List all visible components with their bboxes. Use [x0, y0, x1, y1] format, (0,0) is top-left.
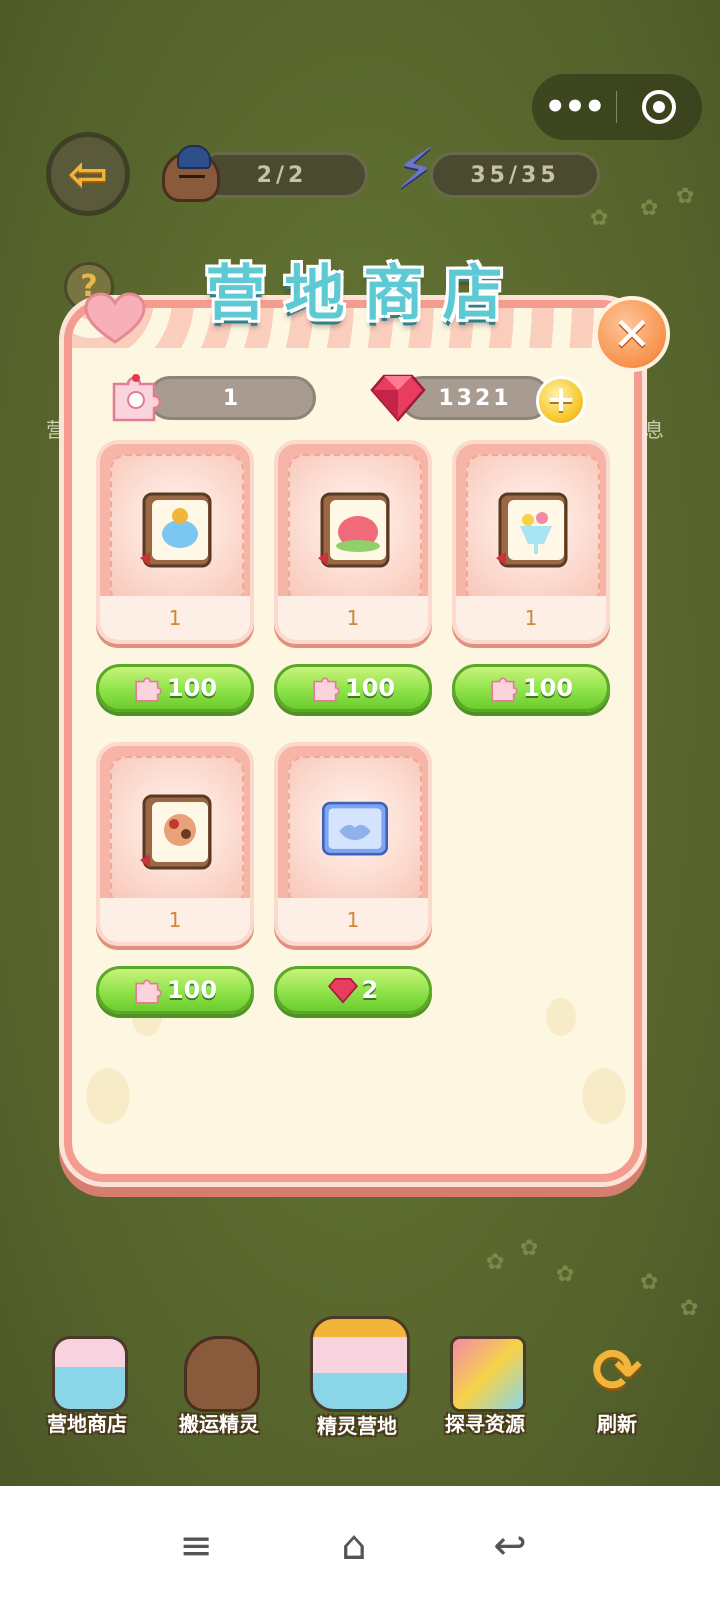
sprite-camp-icon [310, 1316, 410, 1412]
item-count: 1 [100, 596, 250, 640]
heart-icon [84, 292, 146, 344]
fruit-parfait-card-icon [496, 492, 568, 568]
item-count: 1 [278, 898, 428, 942]
buy-button[interactable]: 100 [452, 664, 610, 712]
porter-sprite-icon [184, 1336, 260, 1412]
item-count: 1 [278, 596, 428, 640]
side-label-right: 息 [644, 418, 664, 442]
title-char: 商 [363, 258, 424, 329]
price-label: 100 [344, 674, 396, 702]
decor-spot [546, 998, 576, 1036]
buy-button[interactable]: 2 [274, 966, 432, 1014]
more-dots-icon[interactable]: ••• [532, 74, 616, 140]
puzzle-piece-icon [112, 374, 162, 422]
close-x-icon: ✕ [612, 307, 652, 361]
shop-title: 营 地 商 店 [196, 248, 512, 329]
price-label: 2 [361, 976, 379, 1004]
side-label-left: 营 [46, 418, 66, 442]
lightning-bolt-icon: ⚡ [396, 137, 436, 202]
price-label: 100 [522, 674, 574, 702]
system-navigation-bar: ≡ ⌂ ↩ [0, 1486, 720, 1600]
shop-stall-icon [52, 1336, 128, 1412]
nav-explore-resources[interactable]: 探寻资源 [430, 1336, 540, 1440]
sparkle-icon: ✿ [590, 206, 609, 231]
puzzle-piece-icon [135, 677, 162, 702]
sparkle-icon: ✿ [640, 196, 659, 221]
buy-button[interactable]: 100 [96, 966, 254, 1014]
puzzle-piece-icon [491, 677, 518, 702]
energy-counter: 35/35 [430, 152, 600, 198]
sparkle-icon: ✿ [680, 1296, 699, 1321]
sparkle-icon: ✿ [520, 1236, 539, 1261]
sparkle-icon: ✿ [556, 1262, 575, 1287]
nav-label: 营地商店 [47, 1412, 127, 1436]
decor-spot [86, 1068, 130, 1124]
shop-item-card[interactable]: 1 [274, 440, 432, 644]
handshake-ticket-icon [321, 801, 389, 856]
buy-button[interactable]: 100 [96, 664, 254, 712]
explore-resources-icon [450, 1336, 526, 1412]
strawberry-jelly-card-icon [318, 492, 390, 568]
shop-item-card[interactable]: 1 [96, 440, 254, 644]
nav-porter-sprite[interactable]: 搬运精灵 [164, 1336, 274, 1440]
nav-label: 刷新 [597, 1412, 637, 1436]
camp-shop-panel [64, 300, 642, 1182]
sparkle-icon: ✿ [676, 184, 695, 209]
puzzle-balance: 1 [148, 376, 316, 420]
price-label: 100 [166, 674, 218, 702]
close-button[interactable]: ✕ [594, 296, 670, 372]
home-icon[interactable]: ⌂ [324, 1516, 384, 1576]
ice-cream-cake-card-icon [140, 492, 212, 568]
target-circle-icon[interactable] [617, 90, 701, 124]
nav-camp-shop[interactable]: 营地商店 [32, 1336, 142, 1440]
refresh-icon: ⟳ [591, 1336, 643, 1406]
exit-arrow-icon: ⇦ [67, 146, 109, 202]
nav-refresh[interactable]: ⟳ 刷新 [562, 1336, 672, 1440]
title-char: 店 [442, 258, 503, 329]
item-count: 1 [100, 898, 250, 942]
item-count: 1 [456, 596, 606, 640]
nav-label: 精灵营地 [317, 1414, 397, 1438]
red-gem-icon [370, 374, 426, 422]
puzzle-piece-icon [135, 979, 162, 1004]
nav-sprite-camp[interactable]: 精灵营地 [302, 1316, 412, 1440]
pastry-platter-card-icon [140, 794, 212, 870]
red-gem-icon [327, 977, 358, 1004]
add-gems-button[interactable]: + [536, 376, 586, 426]
workers-counter: 2/2 [196, 152, 368, 198]
buy-button[interactable]: 100 [274, 664, 432, 712]
nav-label: 探寻资源 [445, 1412, 525, 1436]
puzzle-piece-icon [313, 677, 340, 702]
sparkle-icon: ✿ [486, 1250, 505, 1275]
porter-sprite-icon [162, 145, 220, 202]
sparkle-icon: ✿ [640, 1270, 659, 1295]
back-icon[interactable]: ↩ [480, 1516, 540, 1576]
menu-icon[interactable]: ≡ [166, 1516, 226, 1576]
shop-item-card[interactable]: 1 [96, 742, 254, 946]
shop-item-card[interactable]: 1 [274, 742, 432, 946]
exit-button[interactable]: ⇦ [46, 132, 130, 216]
title-char: 营 [205, 258, 266, 329]
price-label: 100 [166, 976, 218, 1004]
nav-label: 搬运精灵 [179, 1412, 259, 1436]
title-char: 地 [284, 258, 345, 329]
miniprogram-capsule: ••• [532, 74, 702, 140]
decor-spot [582, 1068, 626, 1124]
shop-item-card[interactable]: 1 [452, 440, 610, 644]
